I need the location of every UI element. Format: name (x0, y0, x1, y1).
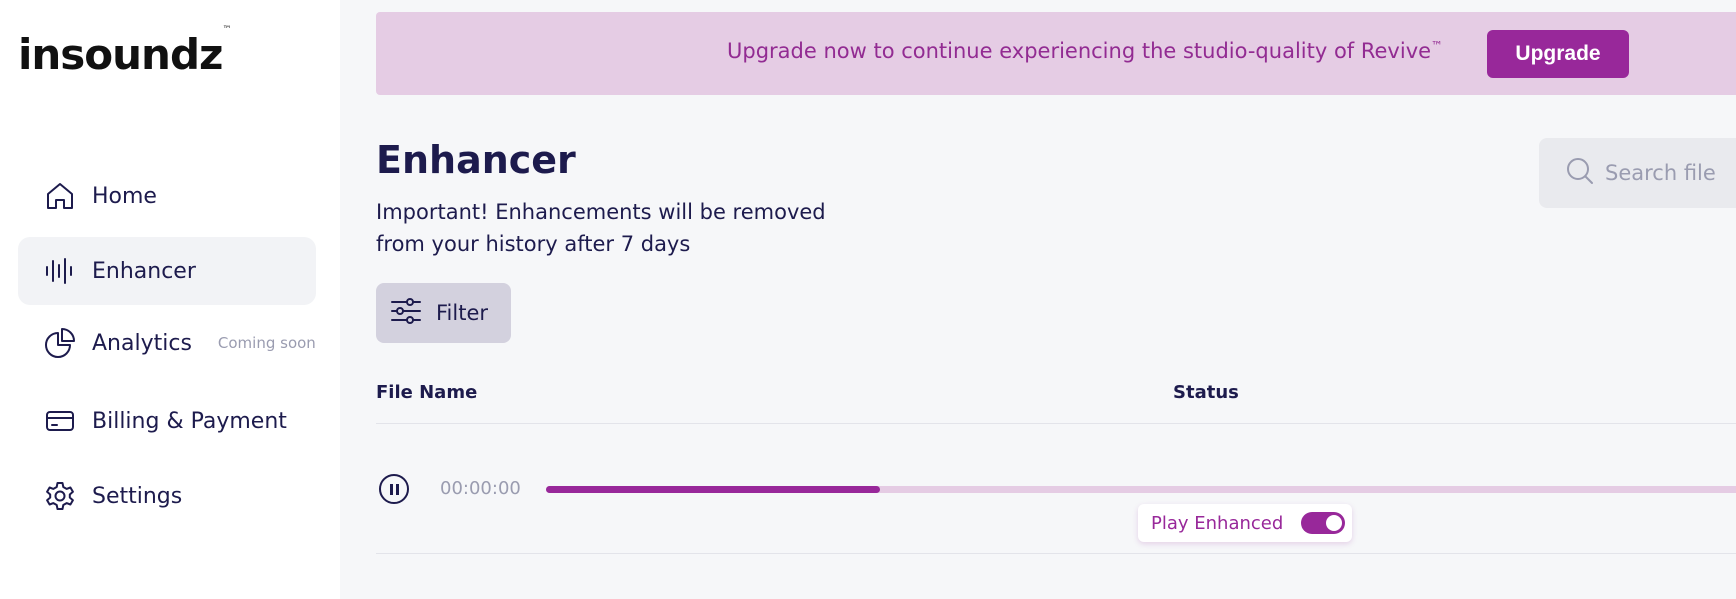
sidebar-item-label: Home (92, 183, 157, 209)
pause-button[interactable] (379, 474, 409, 504)
header-divider (376, 423, 1736, 424)
audio-progress-fill (546, 486, 880, 493)
sidebar-item-enhancer[interactable]: Enhancer (18, 237, 316, 305)
sidebar-item-label: Enhancer (92, 258, 196, 284)
play-enhanced-toggle[interactable] (1301, 512, 1346, 534)
coming-soon-note: Coming soon (217, 334, 316, 352)
play-enhanced-label: Play Enhanced (1151, 512, 1284, 534)
sidebar-item-analytics[interactable]: Analytics Coming soon (18, 309, 316, 377)
play-enhanced-control: Play Enhanced (1138, 504, 1352, 542)
pause-bar (395, 483, 399, 495)
sliders-icon (390, 295, 422, 331)
logo-text: insoundz (18, 30, 223, 79)
sidebar-item-label: Settings (92, 483, 183, 509)
waveform-icon (44, 255, 76, 287)
insoundz-logo[interactable]: insoundz™ (18, 25, 231, 79)
audio-progress-bar[interactable] (546, 486, 1736, 493)
column-header-file-name[interactable]: File Name (376, 382, 477, 403)
trademark-mark: ™ (1431, 39, 1444, 53)
filter-label: Filter (436, 301, 489, 325)
gear-icon (44, 480, 76, 512)
filter-button[interactable]: Filter (376, 283, 511, 343)
trademark-mark: ™ (222, 25, 232, 35)
search-placeholder: Search file (1605, 161, 1716, 185)
banner-text: Upgrade now to continue experiencing the… (727, 39, 1443, 63)
sidebar-item-settings[interactable]: Settings (18, 462, 316, 530)
sidebar-item-home[interactable]: Home (18, 162, 316, 230)
search-icon (1565, 156, 1595, 190)
row-divider (376, 553, 1736, 554)
column-header-status[interactable]: Status (1173, 382, 1239, 403)
credit-card-icon (44, 405, 76, 437)
banner-message: Upgrade now to continue experiencing the… (727, 39, 1432, 63)
upgrade-banner: Upgrade now to continue experiencing the… (376, 12, 1736, 95)
playback-time: 00:00:00 (440, 478, 521, 499)
sidebar-item-label: Analytics (92, 330, 192, 356)
sidebar: insoundz™ Home Enhancer Analytics Coming… (0, 0, 340, 599)
history-notice: Important! Enhancements will be removed … (376, 200, 826, 256)
pause-bar (389, 483, 393, 495)
search-input[interactable]: Search file (1539, 138, 1736, 208)
sidebar-item-label: Billing & Payment (92, 408, 287, 434)
toggle-knob (1326, 515, 1343, 531)
pie-chart-icon (44, 327, 76, 359)
upgrade-button[interactable]: Upgrade (1487, 30, 1629, 78)
sidebar-item-billing[interactable]: Billing & Payment (18, 387, 316, 455)
home-icon (44, 180, 76, 212)
page-title: Enhancer (376, 138, 576, 182)
